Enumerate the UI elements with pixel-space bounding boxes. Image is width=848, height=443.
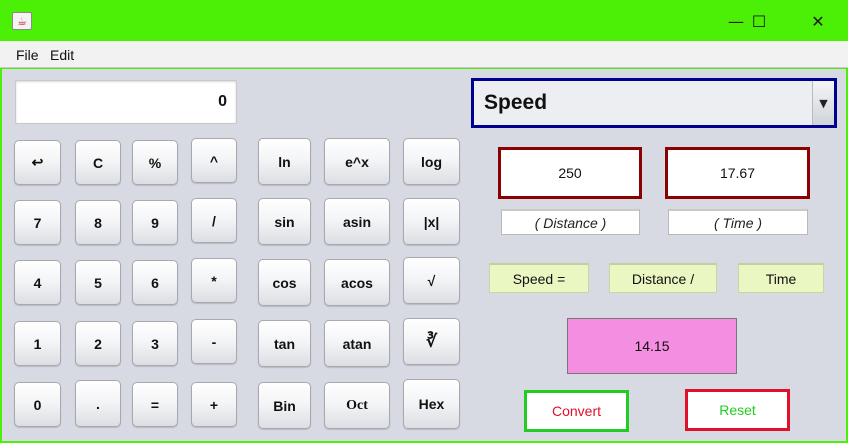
clear-key[interactable]: C: [75, 140, 121, 185]
distance-input[interactable]: 250: [498, 147, 642, 199]
tan-key[interactable]: tan: [258, 320, 311, 367]
equals-key[interactable]: =: [132, 382, 178, 427]
digit-7-key[interactable]: 7: [14, 200, 61, 245]
dropdown-arrow-icon[interactable]: ▼: [812, 81, 834, 125]
percent-key[interactable]: %: [132, 140, 178, 185]
ln-key[interactable]: ln: [258, 138, 311, 185]
power-key[interactable]: ^: [191, 138, 237, 183]
java-coffee-icon[interactable]: ☕: [12, 12, 32, 30]
exp-key[interactable]: e^x: [324, 138, 390, 185]
sin-key[interactable]: sin: [258, 198, 311, 245]
digit-6-key[interactable]: 6: [132, 260, 178, 305]
abs-key[interactable]: |x|: [403, 198, 460, 245]
time-label: ( Time ): [668, 209, 808, 235]
multiply-key[interactable]: *: [191, 258, 237, 303]
digit-5-key[interactable]: 5: [75, 260, 121, 305]
digit-1-key[interactable]: 1: [14, 321, 61, 366]
sqrt-key[interactable]: √: [403, 257, 460, 304]
close-icon: ✕: [811, 11, 825, 31]
log-key[interactable]: log: [403, 138, 460, 185]
convert-button[interactable]: Convert: [524, 390, 629, 432]
oct-key[interactable]: Oct: [324, 382, 390, 429]
digit-9-key[interactable]: 9: [132, 200, 178, 245]
cube-root-key[interactable]: ∛: [403, 318, 460, 365]
formula-speed: Speed =: [489, 263, 589, 293]
bin-key[interactable]: Bin: [258, 382, 311, 429]
backspace-key[interactable]: ↩: [14, 140, 61, 185]
decimal-key[interactable]: .: [75, 380, 121, 427]
cos-key[interactable]: cos: [258, 259, 311, 306]
subtract-key[interactable]: -: [191, 319, 237, 364]
menu-edit[interactable]: Edit: [50, 47, 74, 63]
calculator-display[interactable]: 0: [15, 80, 237, 124]
digit-3-key[interactable]: 3: [132, 321, 178, 366]
conversion-type-select[interactable]: Speed ▼: [471, 78, 837, 128]
maximize-icon: ☐: [751, 11, 767, 31]
acos-key[interactable]: acos: [324, 259, 390, 306]
close-button[interactable]: ✕: [795, 4, 841, 38]
atan-key[interactable]: atan: [324, 320, 390, 367]
asin-key[interactable]: asin: [324, 198, 390, 245]
hex-key[interactable]: Hex: [403, 379, 460, 429]
divide-key[interactable]: /: [191, 198, 237, 243]
digit-8-key[interactable]: 8: [75, 200, 121, 245]
distance-label: ( Distance ): [501, 209, 640, 235]
maximize-button[interactable]: ☐: [736, 4, 782, 38]
menu-file[interactable]: File: [16, 47, 39, 63]
menu-bar: [0, 41, 848, 68]
result-display: 14.15: [567, 318, 737, 374]
reset-button[interactable]: Reset: [685, 389, 790, 431]
add-key[interactable]: +: [191, 382, 237, 427]
digit-0-key[interactable]: 0: [14, 382, 61, 427]
time-input[interactable]: 17.67: [665, 147, 810, 199]
formula-time: Time: [738, 263, 824, 293]
digit-2-key[interactable]: 2: [75, 321, 121, 366]
formula-distance: Distance /: [609, 263, 717, 293]
conversion-type-value: Speed: [484, 91, 548, 114]
digit-4-key[interactable]: 4: [14, 260, 61, 305]
